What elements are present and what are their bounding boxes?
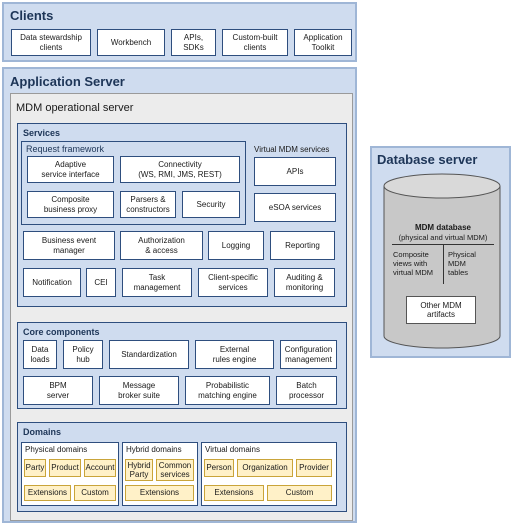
policy-hub: Policy hub — [63, 340, 103, 369]
authorization-access: Authorization & access — [120, 231, 203, 260]
physical-extensions: Extensions — [24, 485, 71, 501]
business-event-manager: Business event manager — [23, 231, 115, 260]
client-workbench: Workbench — [97, 29, 165, 56]
domain-product: Product — [49, 459, 81, 477]
common-services: Common services — [156, 459, 194, 481]
services-title: Services — [23, 128, 61, 138]
virtual-mdm-apis: APIs — [254, 157, 336, 186]
hybrid-domains: Hybrid domains Hybrid Party Common servi… — [122, 442, 198, 506]
domain-person: Person — [204, 459, 234, 477]
virtual-custom: Custom — [267, 485, 332, 501]
message-broker-suite: Message broker suite — [99, 376, 179, 405]
configuration-management: Configuration management — [280, 340, 337, 369]
adaptive-service-interface: Adaptive service interface — [27, 156, 114, 183]
probabilistic-matching-engine: Probabilistic matching engine — [185, 376, 270, 405]
batch-processor: Batch processor — [276, 376, 337, 405]
bpm-server: BPM server — [23, 376, 93, 405]
virtual-domains: Virtual domains Person Organization Prov… — [201, 442, 337, 506]
physical-domains: Physical domains Party Product Account E… — [21, 442, 119, 506]
esoa-services: eSOA services — [254, 193, 336, 222]
domains-section: Domains Physical domains Party Product A… — [17, 422, 347, 512]
domain-account: Account — [84, 459, 116, 477]
clients-title: Clients — [10, 8, 54, 23]
connectivity: Connectivity (WS, RMI, JMS, REST) — [120, 156, 240, 183]
reporting: Reporting — [270, 231, 335, 260]
database-server-title: Database server — [377, 152, 478, 167]
database-server-panel: Database server MDM database (physical a… — [370, 146, 511, 358]
notification: Notification — [23, 268, 81, 297]
hybrid-extensions: Extensions — [125, 485, 194, 501]
mdm-operational-server: MDM operational server Services Request … — [10, 93, 353, 521]
physical-tables-label: Physical MDM tables — [448, 250, 476, 277]
security: Security — [182, 191, 240, 218]
virtual-extensions: Extensions — [204, 485, 264, 501]
composite-views-label: Composite views with virtual MDM — [393, 250, 434, 277]
request-framework: Request framework Adaptive service inter… — [21, 141, 246, 225]
logging: Logging — [208, 231, 264, 260]
parsers-constructors: Parsers & constructors — [120, 191, 176, 218]
domain-party: Party — [24, 459, 46, 477]
physical-domains-title: Physical domains — [25, 445, 88, 454]
application-server-title: Application Server — [10, 74, 125, 89]
client-application-toolkit: Application Toolkit — [294, 29, 352, 56]
domain-provider: Provider — [296, 459, 332, 477]
domains-title: Domains — [23, 427, 62, 437]
core-components-title: Core components — [23, 327, 100, 337]
request-framework-title: Request framework — [26, 144, 105, 154]
auditing-monitoring: Auditing & monitoring — [274, 268, 335, 297]
standardization: Standardization — [109, 340, 189, 369]
clients-panel: Clients Data stewardship clients Workben… — [2, 2, 357, 62]
cylinder-top — [383, 173, 501, 199]
task-management: Task management — [122, 268, 192, 297]
database-divider-vertical — [443, 244, 444, 284]
client-apis-sdks: APIs, SDKs — [171, 29, 216, 56]
mdm-database-subtitle: (physical and virtual MDM) — [398, 233, 488, 242]
virtual-domains-title: Virtual domains — [205, 445, 260, 454]
virtual-mdm-services-title: Virtual MDM services — [254, 145, 330, 154]
data-loads: Data loads — [23, 340, 57, 369]
other-mdm-artifacts: Other MDM artifacts — [406, 296, 476, 324]
core-components-section: Core components Data loads Policy hub St… — [17, 322, 347, 409]
mdm-database-title: MDM database — [414, 223, 471, 232]
hybrid-party: Hybrid Party — [125, 459, 153, 481]
hybrid-domains-title: Hybrid domains — [126, 445, 182, 454]
external-rules-engine: External rules engine — [195, 340, 274, 369]
domain-organization: Organization — [237, 459, 293, 477]
physical-custom: Custom — [74, 485, 116, 501]
mdm-operational-server-title: MDM operational server — [16, 102, 134, 114]
services-section: Services Request framework Adaptive serv… — [17, 123, 347, 307]
client-data-stewardship: Data stewardship clients — [11, 29, 91, 56]
cei: CEI — [86, 268, 116, 297]
composite-business-proxy: Composite business proxy — [27, 191, 114, 218]
application-server-panel: Application Server MDM operational serve… — [2, 67, 357, 523]
client-custom-built: Custom-built clients — [222, 29, 288, 56]
client-specific-services: Client-specific services — [198, 268, 268, 297]
